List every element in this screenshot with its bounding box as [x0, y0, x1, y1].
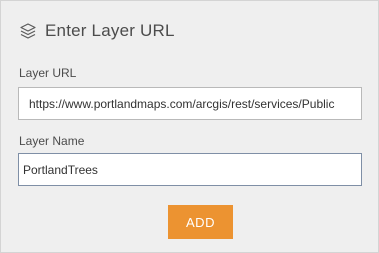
layer-url-input[interactable] — [18, 87, 362, 120]
layer-name-input[interactable] — [18, 153, 362, 186]
layer-name-label: Layer Name — [19, 134, 85, 148]
layer-url-label: Layer URL — [19, 66, 77, 80]
panel-title: Enter Layer URL — [45, 21, 175, 40]
panel-header: Enter Layer URL — [19, 19, 175, 43]
add-button[interactable]: ADD — [168, 205, 233, 239]
add-layer-panel: Enter Layer URL Layer URL Layer Name ADD — [0, 0, 379, 253]
layers-icon — [19, 22, 37, 40]
